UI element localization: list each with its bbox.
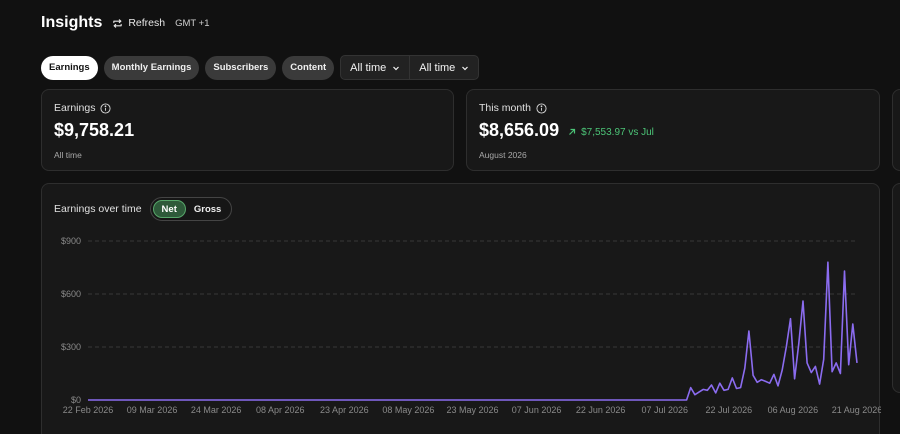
y-tick-label: $300 xyxy=(61,342,81,352)
right-edge-chart-card xyxy=(892,183,900,393)
x-tick-label: 21 Aug 2026 xyxy=(832,405,881,415)
chevron-down-icon xyxy=(393,66,400,70)
dropdown-label: All time xyxy=(419,61,456,74)
filter-pill-subscribers[interactable]: Subscribers xyxy=(205,55,277,80)
x-tick-label: 08 May 2026 xyxy=(382,405,434,415)
earnings-label: Earnings xyxy=(54,102,96,114)
month-card-label-row: This month xyxy=(479,102,867,114)
earnings-chart-card: Earnings over time Net Gross $0 $300 $600 $… xyxy=(41,183,881,434)
filter-pill-monthly-earnings[interactable]: Monthly Earnings xyxy=(103,55,200,80)
this-month-card: This month $8,656.09 $7,553.97 vs Jul Au… xyxy=(466,89,880,171)
x-tick-label: 07 Jul 2026 xyxy=(641,405,688,415)
month-subtext: August 2026 xyxy=(479,150,527,160)
earnings-value: $9,758.21 xyxy=(54,120,135,140)
info-icon[interactable] xyxy=(100,102,111,114)
time-range-dropdowns: All time All time xyxy=(340,55,480,80)
x-tick-label: 08 Apr 2026 xyxy=(256,405,305,415)
month-delta-text: $7,553.97 vs Jul xyxy=(581,126,654,138)
earnings-card: Earnings $9,758.21 All time xyxy=(41,89,454,171)
chevron-down-icon xyxy=(462,66,469,70)
x-tick-label: 22 Feb 2026 xyxy=(63,405,114,415)
filter-bar: Earnings Monthly Earnings Subscribers Co… xyxy=(41,55,480,80)
x-tick-label: 23 Apr 2026 xyxy=(320,405,369,415)
x-tick-label: 22 Jun 2026 xyxy=(576,405,626,415)
month-label: This month xyxy=(479,102,531,114)
page-title: Insights xyxy=(41,14,103,31)
info-icon[interactable] xyxy=(536,102,547,114)
x-tick-label: 24 Mar 2026 xyxy=(191,405,242,415)
y-tick-label: $900 xyxy=(61,236,81,246)
earnings-line-chart: $0 $300 $600 $900 22 Feb 2026 09 Mar 2026 24 M… xyxy=(61,236,881,415)
refresh-icon xyxy=(113,18,123,28)
y-tick-label: $600 xyxy=(61,289,81,299)
arrow-up-right-icon xyxy=(569,128,576,135)
refresh-label: Refresh xyxy=(128,17,166,29)
earnings-subtext: All time xyxy=(54,150,82,160)
x-tick-label: 06 Aug 2026 xyxy=(768,405,819,415)
y-tick-label: $0 xyxy=(71,395,81,405)
earnings-series-line xyxy=(88,261,858,401)
x-tick-label: 22 Jul 2026 xyxy=(706,405,753,415)
timezone-label: GMT +1 xyxy=(175,17,210,29)
time-range-dropdown-2[interactable]: All time xyxy=(409,56,478,79)
header: Insights Refresh GMT +1 xyxy=(41,12,210,34)
earnings-card-label-row: Earnings xyxy=(54,102,441,114)
filter-pill-content[interactable]: Content xyxy=(282,55,335,80)
x-tick-label: 07 Jun 2026 xyxy=(512,405,562,415)
x-tick-label: 09 Mar 2026 xyxy=(127,405,178,415)
time-range-dropdown-1[interactable]: All time xyxy=(341,56,409,79)
month-value-row: $8,656.09 $7,553.97 vs Jul xyxy=(479,120,867,141)
earnings-value-row: $9,758.21 xyxy=(54,120,441,141)
x-tick-label: 23 May 2026 xyxy=(446,405,498,415)
right-edge-card xyxy=(892,89,900,171)
refresh-button[interactable]: Refresh xyxy=(112,17,165,29)
dropdown-label: All time xyxy=(350,61,387,74)
month-value: $8,656.09 xyxy=(479,120,560,140)
month-delta: $7,553.97 vs Jul xyxy=(568,127,654,138)
filter-pill-earnings[interactable]: Earnings xyxy=(41,55,98,80)
